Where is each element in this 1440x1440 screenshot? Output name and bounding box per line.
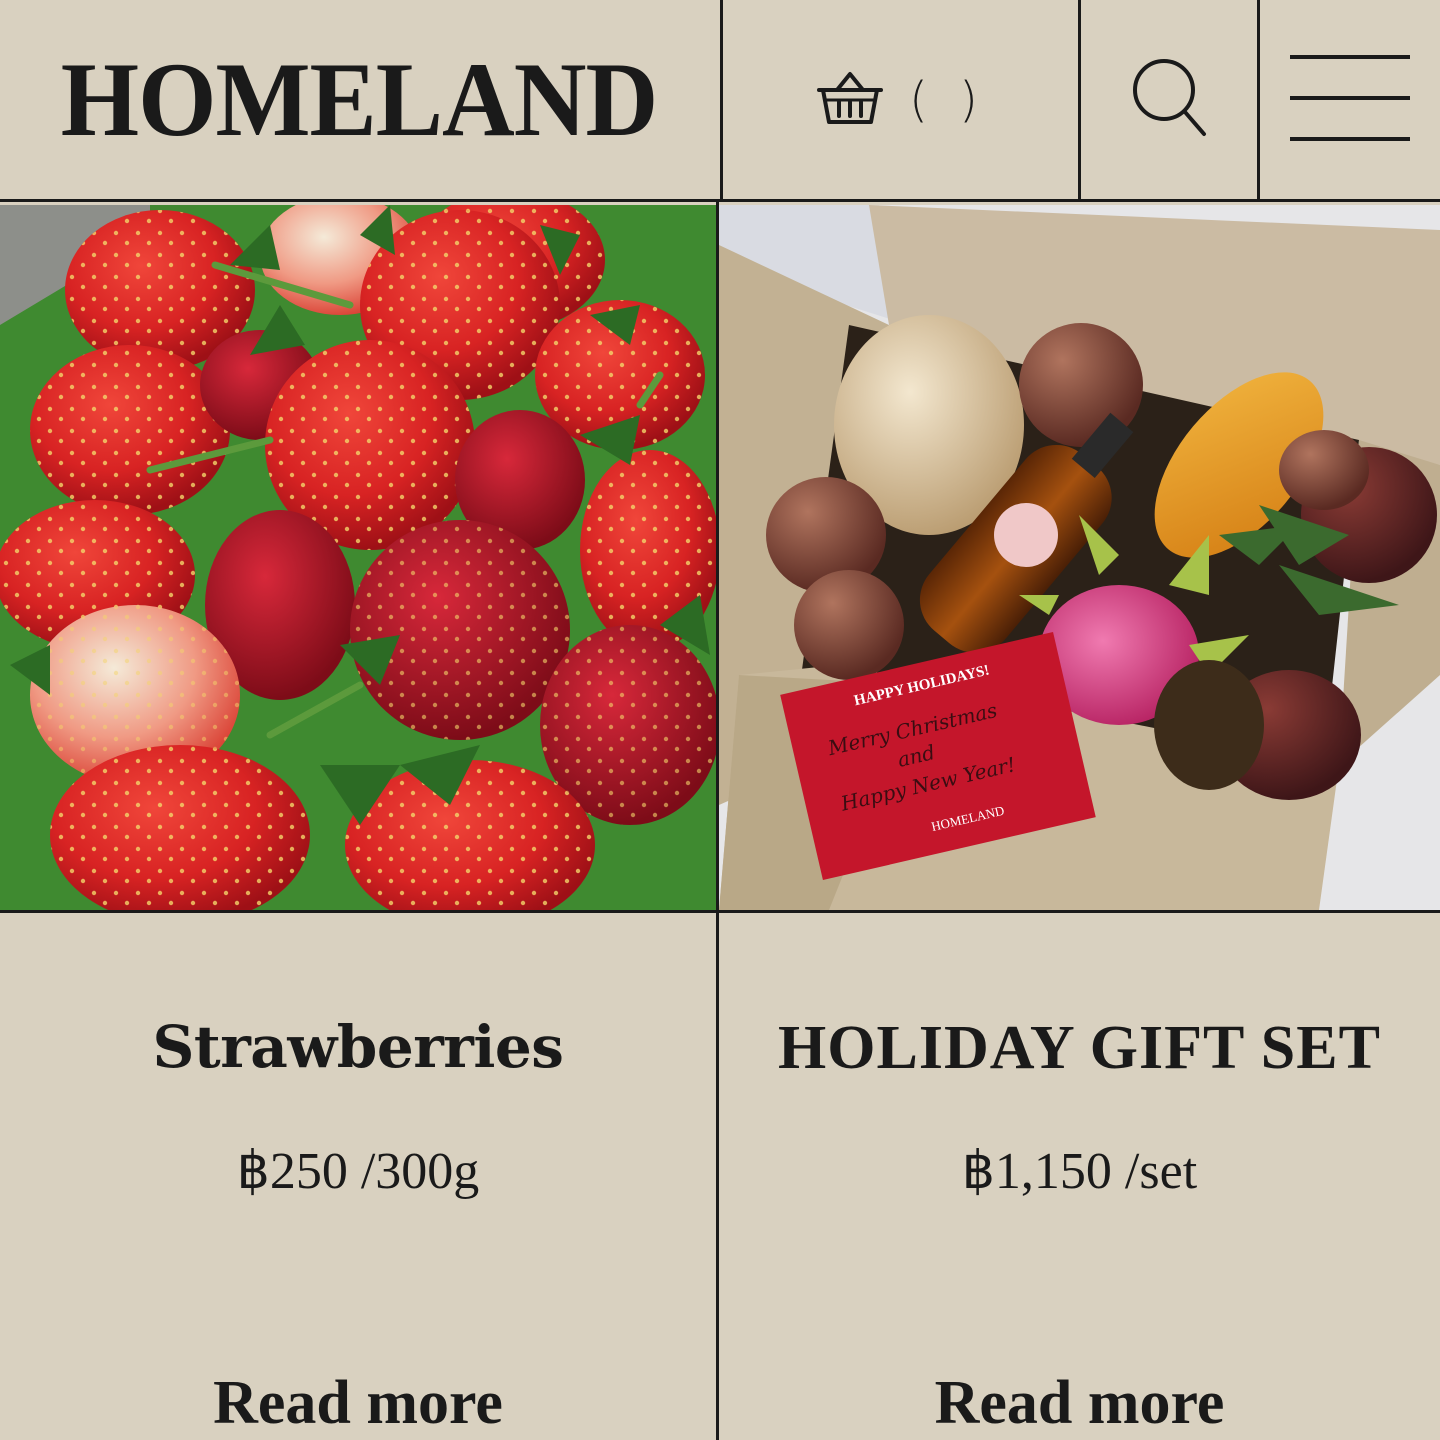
cart-count: ( ): [909, 71, 986, 128]
product-card-holiday-gift-set: HOLIDAY GIFT SET ฿1,150 /set Read more: [719, 913, 1440, 1440]
read-more-link[interactable]: Read more: [719, 1368, 1440, 1439]
search-icon: [1130, 56, 1210, 144]
site-logo[interactable]: HOMELAND: [60, 39, 658, 161]
site-header: HOMELAND ( ): [0, 0, 1440, 202]
product-price: ฿1,150 /set: [961, 1143, 1198, 1200]
basket-icon: [815, 68, 885, 132]
search-button[interactable]: [1078, 0, 1258, 199]
menu-button[interactable]: [1257, 0, 1440, 199]
product-name[interactable]: Strawberries: [0, 1013, 716, 1081]
strawberries-photo[interactable]: [0, 205, 716, 910]
logo-cell[interactable]: HOMELAND: [0, 0, 717, 199]
hamburger-menu-icon: [1290, 53, 1410, 147]
cart-button[interactable]: ( ): [720, 0, 1078, 199]
product-name[interactable]: HOLIDAY GIFT SET: [719, 1013, 1440, 1084]
read-more-link[interactable]: Read more: [0, 1368, 716, 1439]
gift-box-photo[interactable]: HAPPY HOLIDAYS! Merry Christmas and Happ…: [719, 205, 1440, 910]
product-price: ฿250 /300g: [236, 1143, 480, 1200]
product-card-strawberries: Strawberries ฿250 /300g Read more: [0, 913, 716, 1440]
